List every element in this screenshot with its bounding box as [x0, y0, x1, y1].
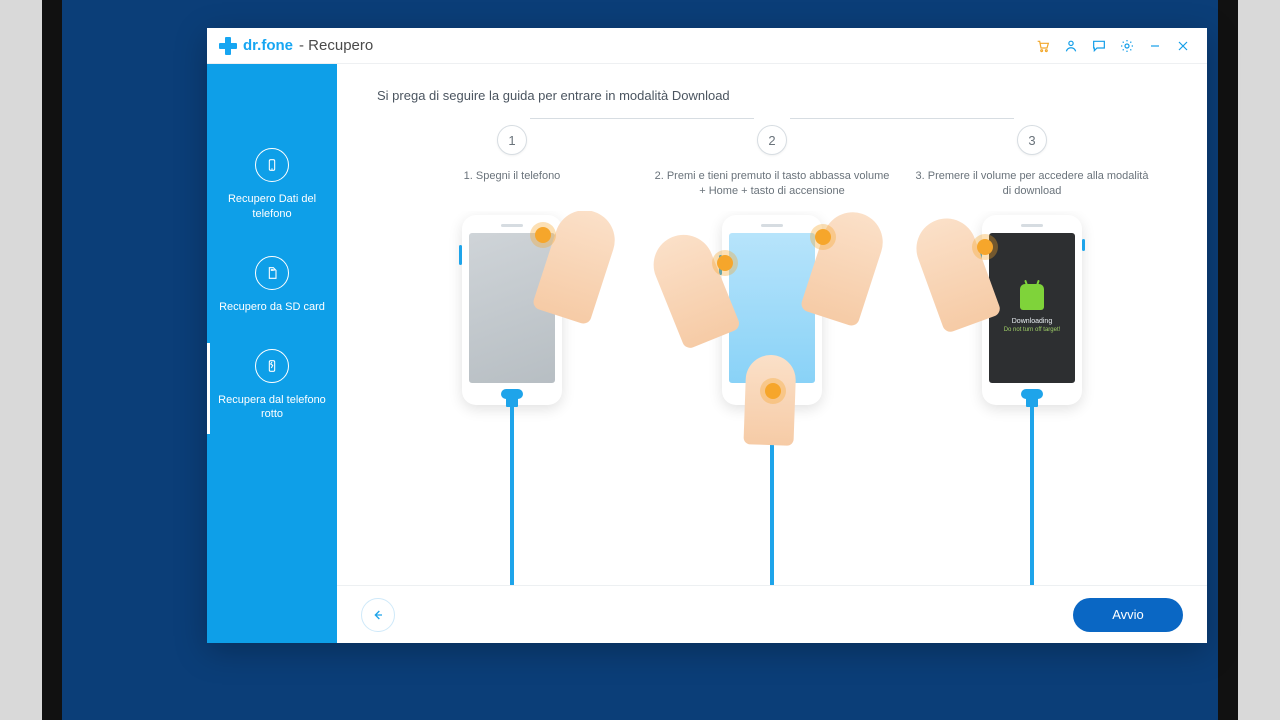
step-text: 1. Spegni il telefono — [387, 169, 637, 211]
hand-icon — [743, 354, 796, 446]
step-1: 1 1. Spegni il telefono — [387, 125, 637, 211]
phone-illustration-2 — [647, 215, 897, 585]
broken-phone-icon — [255, 349, 289, 383]
sidebar: Recupero Dati del telefono Recupero da S… — [207, 64, 337, 643]
step-text: 3. Premere il volume per accedere alla m… — [907, 169, 1157, 211]
sidebar-item-label: Recupero Dati del telefono — [215, 192, 329, 222]
step-badge: 3 — [1017, 125, 1047, 155]
account-icon[interactable] — [1057, 32, 1085, 60]
step-connector — [530, 118, 754, 119]
phone-data-icon — [255, 148, 289, 182]
back-button[interactable] — [361, 598, 395, 632]
app-window: dr.fone - Recupero — [207, 28, 1207, 643]
feedback-icon[interactable] — [1085, 32, 1113, 60]
brand-logo-icon — [219, 37, 237, 55]
brand-name: dr.fone — [243, 37, 293, 54]
phones-row: Downloading Do not turn off target! — [337, 211, 1207, 585]
android-icon — [1020, 284, 1044, 310]
touch-dot-icon — [535, 227, 551, 243]
step-text: 2. Premi e tieni premuto il tasto abbass… — [647, 169, 897, 211]
step-badge: 1 — [497, 125, 527, 155]
sidebar-item-label: Recupero da SD card — [215, 300, 329, 315]
start-button[interactable]: Avvio — [1073, 598, 1183, 632]
touch-dot-icon — [977, 239, 993, 255]
step-connector — [790, 118, 1014, 119]
steps-row: 1 1. Spegni il telefono 2 2. Premi e tie… — [337, 103, 1207, 211]
cart-icon[interactable] — [1029, 32, 1057, 60]
close-button[interactable] — [1169, 32, 1197, 60]
step-3: 3 3. Premere il volume per accedere alla… — [907, 125, 1157, 211]
sidebar-item-broken-phone[interactable]: Recupera dal telefono rotto — [207, 335, 337, 443]
sd-card-icon — [255, 256, 289, 290]
module-name: - Recupero — [299, 37, 373, 54]
download-mode-label: Downloading — [1012, 318, 1052, 325]
step-2: 2 2. Premi e tieni premuto il tasto abba… — [647, 125, 897, 211]
titlebar: dr.fone - Recupero — [207, 28, 1207, 64]
main-panel: Si prega di seguire la guida per entrare… — [337, 64, 1207, 643]
phone-illustration-1 — [387, 215, 637, 585]
guide-title: Si prega di seguire la guida per entrare… — [337, 64, 1207, 103]
touch-dot-icon — [765, 383, 781, 399]
phone-illustration-3: Downloading Do not turn off target! — [907, 215, 1157, 585]
cable-icon — [510, 405, 514, 585]
sidebar-item-sd-recovery[interactable]: Recupero da SD card — [207, 242, 337, 335]
cable-icon — [1030, 405, 1034, 585]
sidebar-item-label: Recupera dal telefono rotto — [215, 393, 329, 423]
touch-dot-icon — [815, 229, 831, 245]
touch-dot-icon — [717, 255, 733, 271]
download-mode-sublabel: Do not turn off target! — [1004, 327, 1061, 333]
minimize-button[interactable] — [1141, 32, 1169, 60]
step-badge: 2 — [757, 125, 787, 155]
sidebar-item-phone-recovery[interactable]: Recupero Dati del telefono — [207, 134, 337, 242]
footer: Avvio — [337, 585, 1207, 643]
settings-icon[interactable] — [1113, 32, 1141, 60]
